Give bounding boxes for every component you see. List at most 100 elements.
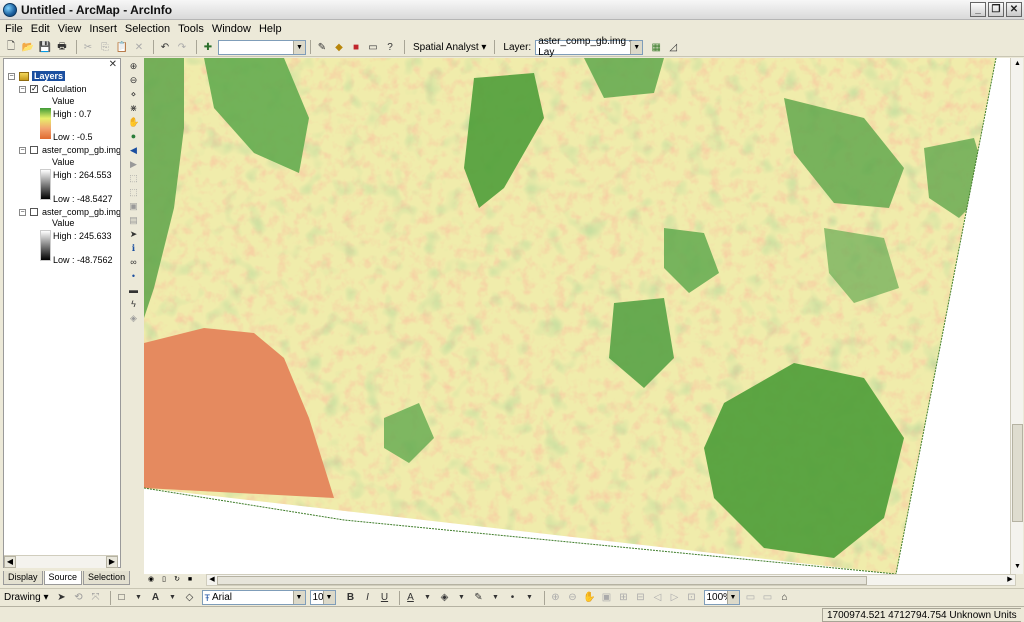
delete-icon[interactable]: ✕	[132, 40, 146, 54]
tab-display[interactable]: Display	[3, 571, 43, 585]
redo-icon[interactable]: ↷	[175, 40, 189, 54]
map-display[interactable]	[144, 58, 1010, 574]
copy-icon[interactable]: ⎘	[98, 40, 112, 54]
menu-window[interactable]: Window	[212, 23, 251, 35]
focus-data-frame-icon[interactable]: ▭	[761, 591, 775, 605]
pointer-arrow-icon[interactable]: ➤	[128, 229, 139, 240]
collapse-icon[interactable]: −	[19, 146, 26, 154]
select-elements-icon[interactable]: ▣	[128, 201, 139, 212]
editor-toolbar-icon[interactable]: ✎	[315, 40, 329, 54]
open-folder-icon[interactable]: 📂	[21, 40, 35, 54]
refresh-icon[interactable]: ↻	[172, 575, 182, 585]
toc-layer-aster-1[interactable]: − aster_comp_gb.img	[19, 145, 120, 155]
rectangle-icon[interactable]: □	[115, 591, 129, 605]
arccatalog-icon[interactable]: ◆	[332, 40, 346, 54]
binoculars-icon[interactable]: ∞	[128, 257, 139, 268]
font-size-select[interactable]: 10 ▼	[309, 590, 336, 605]
scroll-thumb[interactable]	[1012, 424, 1023, 522]
scroll-left-icon[interactable]: ◀	[207, 575, 217, 585]
forward-arrow-icon[interactable]: ▶	[128, 159, 139, 170]
layout-view-icon[interactable]: ▯	[159, 575, 169, 585]
add-data-icon[interactable]: ✚	[201, 40, 215, 54]
layer-select[interactable]: aster_comp_gb.img - Lay ▼	[535, 36, 644, 58]
map-vertical-scrollbar[interactable]: ▲ ▼	[1010, 58, 1023, 574]
histogram-icon[interactable]: ◿	[666, 40, 680, 54]
zoom-out-page-icon[interactable]: ⊟	[634, 591, 648, 605]
find-icon[interactable]: ▤	[128, 215, 139, 226]
hyperlink-icon[interactable]: ϟ	[128, 299, 139, 310]
close-icon[interactable]: ✕	[109, 59, 117, 70]
select-elements-arrow-icon[interactable]: ➤	[55, 591, 69, 605]
rotate-icon[interactable]: ⟲	[72, 591, 86, 605]
tab-source[interactable]: Source	[43, 571, 83, 585]
fill-color-icon[interactable]: ◈	[438, 591, 452, 605]
pan-layout-icon[interactable]: ✋	[583, 591, 597, 605]
clear-selection-icon[interactable]: ⬚	[128, 187, 139, 198]
maximize-button[interactable]: ❐	[988, 2, 1004, 17]
menu-selection[interactable]: Selection	[125, 23, 170, 35]
layers-root[interactable]: − Layers	[8, 71, 66, 81]
map-horizontal-scrollbar[interactable]: ◀ ▶	[206, 574, 1016, 586]
text-icon[interactable]: A	[149, 591, 163, 605]
select-features-icon[interactable]: ⬚	[128, 173, 139, 184]
fixed-zoom-in-icon[interactable]: ⋄	[128, 89, 139, 100]
full-page-icon[interactable]: ▣	[600, 591, 614, 605]
menu-tools[interactable]: Tools	[178, 23, 204, 35]
drawing-menu[interactable]: Drawing ▾	[4, 592, 49, 603]
print-icon[interactable]: 🖶	[55, 40, 69, 54]
layer-visibility-checkbox[interactable]	[30, 146, 38, 154]
menu-insert[interactable]: Insert	[89, 23, 117, 35]
undo-icon[interactable]: ↶	[158, 40, 172, 54]
menu-edit[interactable]: Edit	[31, 23, 50, 35]
italic-icon[interactable]: I	[361, 591, 375, 605]
zoom-in-fixed-icon[interactable]: ⊕	[549, 591, 563, 605]
whats-this-icon[interactable]: ?	[383, 40, 397, 54]
zoom-whole-page-icon[interactable]: ⤧	[89, 591, 103, 605]
back-arrow-icon[interactable]: ◀	[128, 145, 139, 156]
toggle-draft-mode-icon[interactable]: ▭	[744, 591, 758, 605]
chevron-down-icon[interactable]: ▼	[455, 591, 469, 605]
chevron-down-icon[interactable]: ▼	[523, 591, 537, 605]
map-scale-combo[interactable]: ▼	[218, 39, 306, 55]
zoom-100-icon[interactable]: ⊞	[617, 591, 631, 605]
zoom-in-icon[interactable]: ⊕	[128, 61, 139, 72]
save-icon[interactable]: 💾	[38, 40, 52, 54]
toc-layer-aster-2[interactable]: − aster_comp_gb.img	[19, 207, 120, 217]
spatial-analyst-menu[interactable]: Spatial Analyst ▾	[413, 42, 486, 53]
previous-extent-icon[interactable]: ◁	[651, 591, 665, 605]
font-select[interactable]: Ŧ Arial ▼	[201, 590, 306, 605]
scroll-left-icon[interactable]: ◀	[4, 556, 16, 568]
layer-visibility-checkbox[interactable]	[30, 208, 38, 216]
line-color-icon[interactable]: ✎	[472, 591, 486, 605]
marker-color-icon[interactable]: •	[506, 591, 520, 605]
collapse-icon[interactable]: −	[19, 85, 26, 93]
scroll-right-icon[interactable]: ▶	[1005, 575, 1015, 585]
scroll-down-icon[interactable]: ▼	[1012, 561, 1023, 572]
close-button[interactable]: ✕	[1006, 2, 1022, 17]
minimize-button[interactable]: _	[970, 2, 986, 17]
time-slider-icon[interactable]: ◈	[128, 313, 139, 324]
tab-selection[interactable]: Selection	[83, 571, 131, 585]
menu-help[interactable]: Help	[259, 23, 282, 35]
chevron-down-icon[interactable]: ▼	[132, 591, 146, 605]
pan-hand-icon[interactable]: ✋	[128, 117, 139, 128]
layer-visibility-checkbox[interactable]: ✓	[30, 85, 38, 93]
identify-icon[interactable]: ℹ	[128, 243, 139, 254]
raster-calculator-icon[interactable]: ▦	[649, 40, 663, 54]
pause-draw-icon[interactable]: ■	[185, 575, 195, 585]
scroll-right-icon[interactable]: ▶	[106, 556, 118, 568]
collapse-icon[interactable]: −	[8, 72, 15, 80]
chevron-down-icon[interactable]: ▼	[166, 591, 180, 605]
measure-ruler-icon[interactable]: ▬	[128, 285, 139, 296]
zoom-page-icon[interactable]: ⊡	[685, 591, 699, 605]
scroll-up-icon[interactable]: ▲	[1012, 58, 1023, 69]
full-extent-globe-icon[interactable]: ●	[128, 131, 139, 142]
chevron-down-icon[interactable]: ▼	[421, 591, 435, 605]
command-line-icon[interactable]: ▭	[366, 40, 380, 54]
new-document-icon[interactable]: 🗋	[4, 40, 18, 54]
cut-icon[interactable]: ✂	[81, 40, 95, 54]
collapse-icon[interactable]: −	[19, 208, 26, 216]
zoom-out-fixed-icon[interactable]: ⊖	[566, 591, 580, 605]
next-extent-icon[interactable]: ▷	[668, 591, 682, 605]
font-color-icon[interactable]: A	[404, 591, 418, 605]
